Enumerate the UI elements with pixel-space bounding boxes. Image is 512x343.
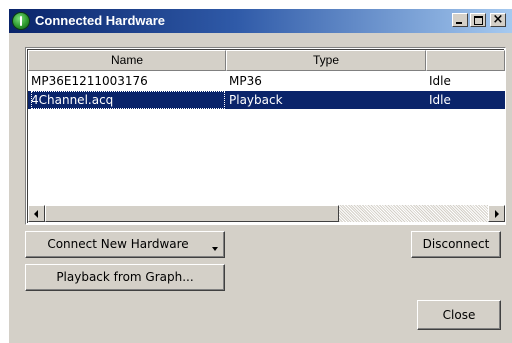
connect-new-hardware-button[interactable]: Connect New Hardware [25,231,225,258]
close-window-button[interactable]: × [490,12,506,27]
close-icon: × [492,12,504,27]
horizontal-scrollbar[interactable] [28,205,505,222]
app-power-icon [13,13,29,29]
column-header-name[interactable]: Name [28,50,226,71]
window-title: Connected Hardware [35,13,166,28]
row-status-cell: Idle [429,74,451,88]
close-button[interactable]: Close [417,300,501,330]
row-type-cell: MP36 [229,74,262,88]
title-bar[interactable]: Connected Hardware × [9,9,512,33]
row-status-cell: Idle [429,93,451,107]
scroll-left-arrow-icon[interactable] [28,205,45,222]
minimize-button[interactable] [452,13,468,27]
connect-new-hardware-label: Connect New Hardware [47,237,189,251]
row-name-cell: MP36E1211003176 [31,74,148,88]
scroll-right-arrow-icon[interactable] [488,205,505,222]
table-row[interactable]: MP36E1211003176 MP36 Idle [28,72,505,90]
playback-from-graph-button[interactable]: Playback from Graph... [25,264,225,291]
table-row-selected[interactable]: 4Channel.acq Playback Idle [28,91,505,109]
column-header-status[interactable] [426,50,505,71]
hardware-list[interactable]: Name Type MP36E1211003176 MP36 Idle 4Cha… [25,47,506,225]
list-header: Name Type [28,50,505,71]
scrollbar-thumb[interactable] [45,205,339,222]
maximize-button[interactable] [470,13,486,27]
disconnect-button[interactable]: Disconnect [411,231,501,258]
hardware-list-inner: Name Type MP36E1211003176 MP36 Idle 4Cha… [27,49,505,223]
dropdown-arrow-icon [212,247,218,251]
row-type-cell: Playback [229,93,283,107]
column-header-type[interactable]: Type [226,50,426,71]
connected-hardware-window: Connected Hardware × Name Type MP36E1211… [8,8,512,343]
row-name-cell: 4Channel.acq [31,91,225,109]
